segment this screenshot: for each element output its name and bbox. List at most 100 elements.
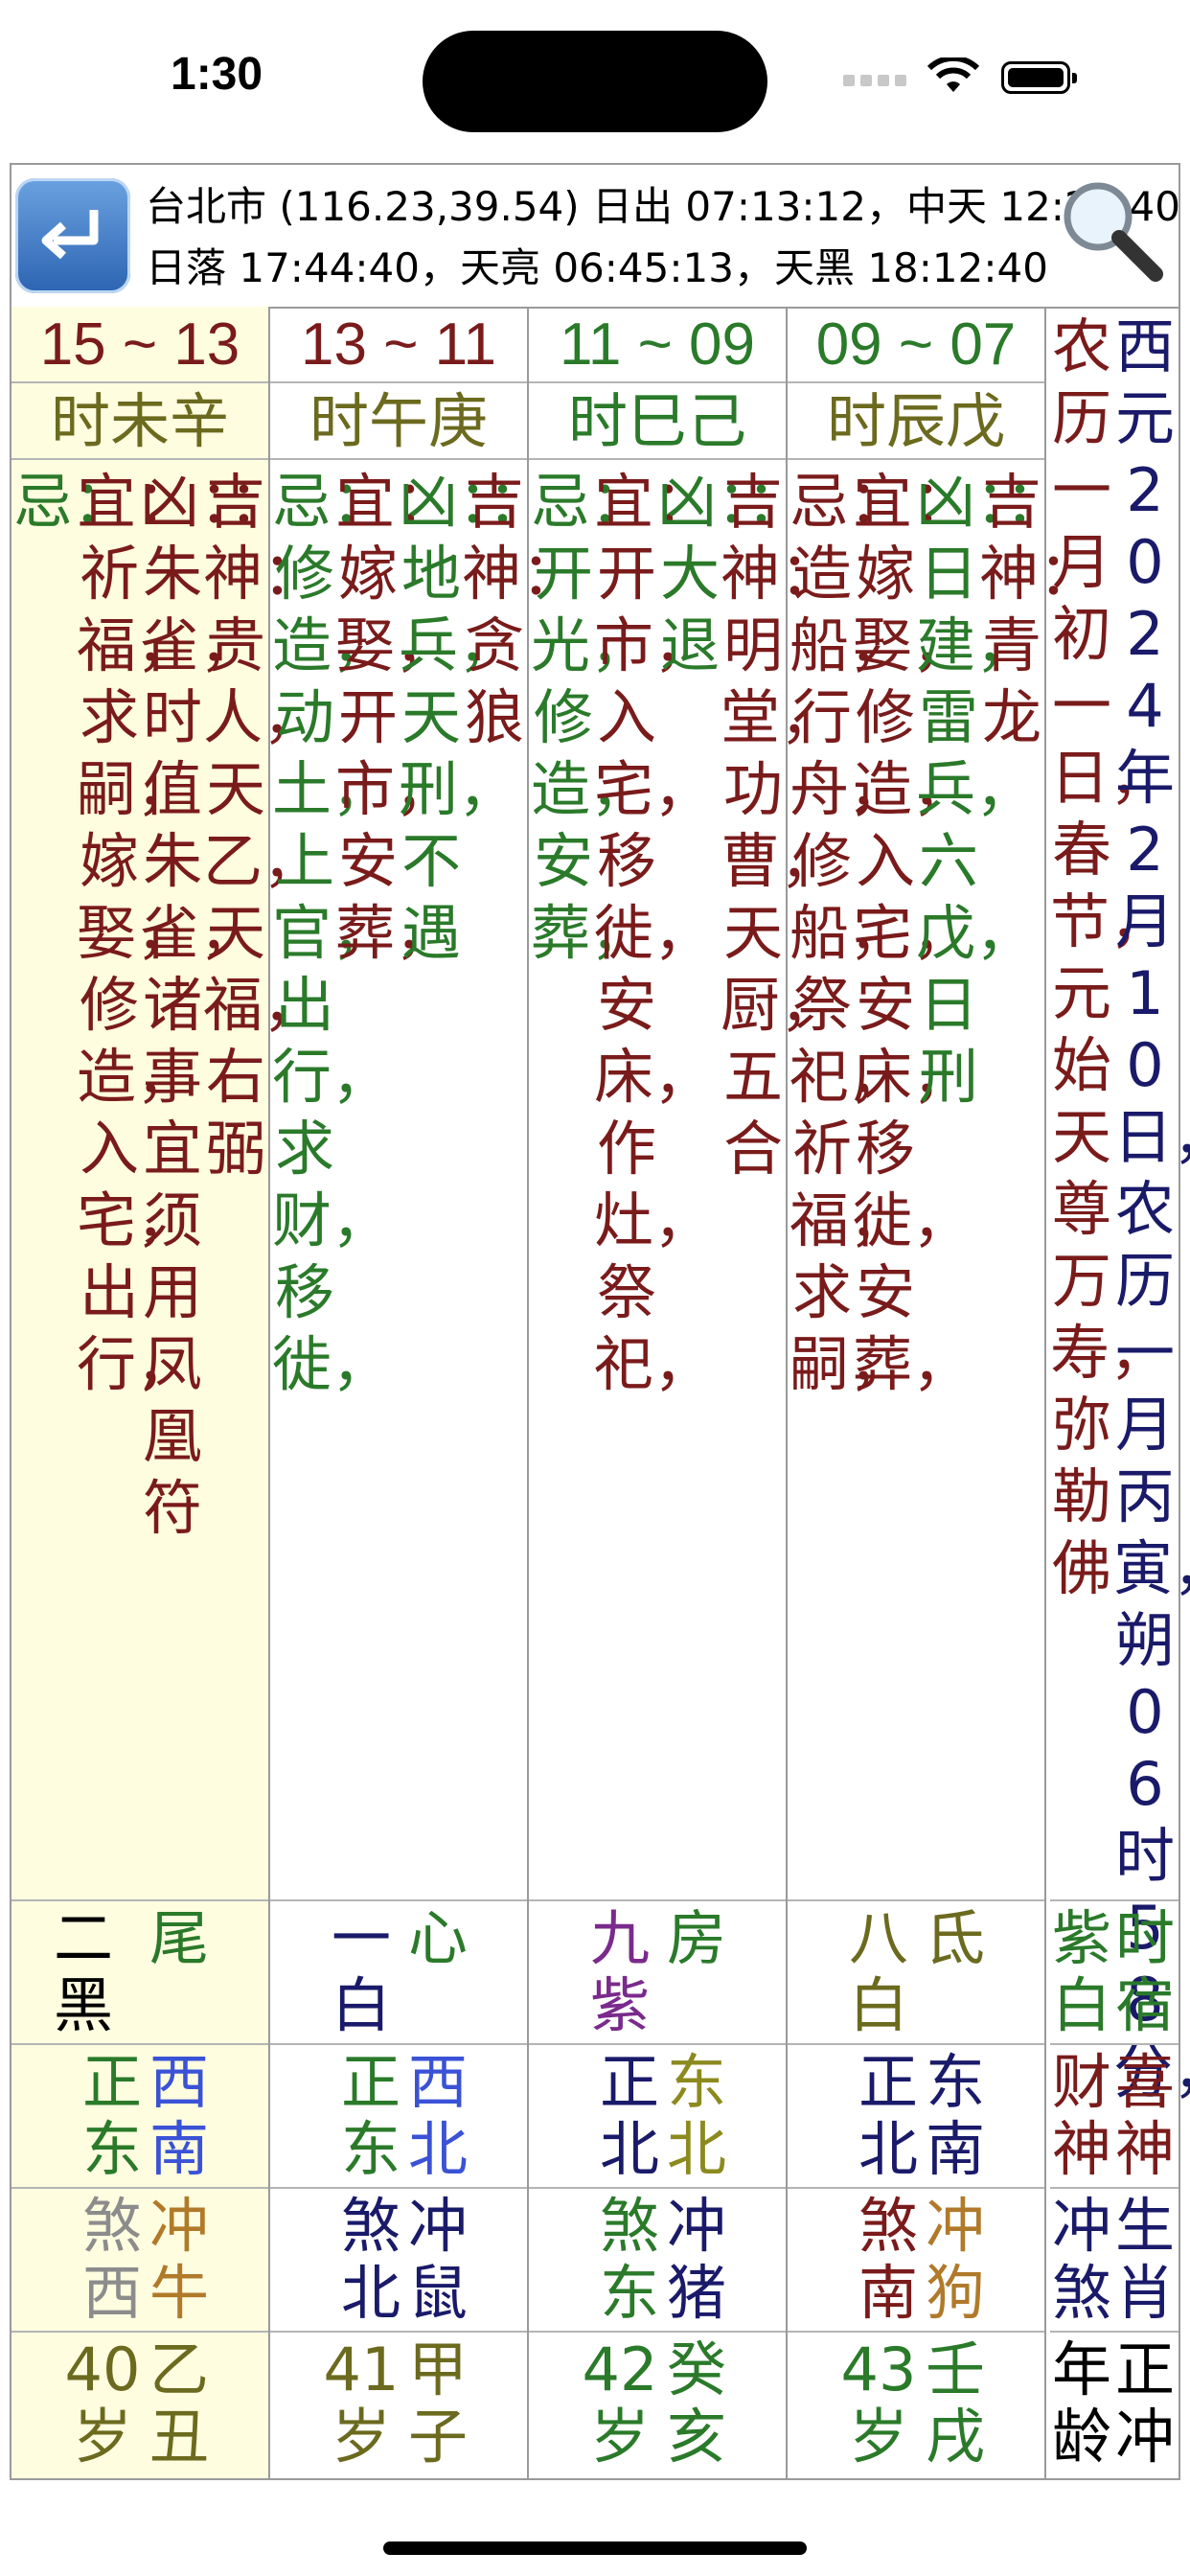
hour-ganzhi: 时未辛 xyxy=(11,383,268,460)
avoid-text: 忌：开光，修造，安葬， xyxy=(531,467,651,968)
wealth-god-direction: 正东 xyxy=(340,2047,400,2184)
back-button[interactable] xyxy=(15,178,130,293)
hour-range: 15 ~ 13 xyxy=(11,307,268,383)
evil-direction: 煞东 xyxy=(599,2191,659,2328)
happy-god-direction: 东南 xyxy=(925,2047,985,2184)
flying-star: 二黑 xyxy=(53,1903,113,2040)
suitable-text: 宜：开市，入宅，移徙，安床，作灶，祭祀， xyxy=(594,467,714,1399)
direction-cell: 西南 正东 xyxy=(11,2045,268,2189)
auspicious-text: 吉神：明堂，功曹，天厨，五合 xyxy=(721,467,840,1184)
luck-list: 忌： 宜：祈福，求嗣，嫁娶，修造，入宅，出行， 凶：：朱雀，时值朱雀，诸事宜须用… xyxy=(11,460,323,1901)
star-cell: 房 九紫 xyxy=(529,1901,786,2045)
status-bar: 1:30 xyxy=(0,0,1190,153)
age-label-cell: 正冲 年龄 xyxy=(1050,2333,1179,2476)
gregorian-date-text: 西元2024年2月10日，农历一月丙寅，朔06时58分， xyxy=(1113,311,1190,2106)
label-wealth-god: 财神 xyxy=(1051,2047,1111,2184)
clash-cell: 冲牛 煞西 xyxy=(11,2189,268,2333)
star-label-cell: 时宿 紫白 xyxy=(1050,1901,1179,2045)
clash-cell: 冲狗 煞南 xyxy=(788,2189,1044,2333)
flying-star: 八白 xyxy=(848,1903,908,2040)
label-age: 年龄 xyxy=(1051,2334,1111,2472)
clash-label-cell: 生肖 冲煞 xyxy=(1050,2189,1179,2333)
lunar-mansion: 氐 xyxy=(925,1903,985,1973)
hour-column[interactable]: 09 ~ 07 时辰戊 忌：造船，行舟，修船，祭祀，祈福，求嗣， 宜：嫁娶，修造… xyxy=(788,307,1099,2478)
auspicious-text: 吉神：青龙 xyxy=(979,467,1099,752)
sun-info-line2: 日落 17:44:40，天亮 06:45:13，天黑 18:12:40 xyxy=(146,244,1048,291)
wealth-god-direction: 正东 xyxy=(81,2047,142,2184)
hour-column[interactable]: 13 ~ 11 时午庚 忌：修造，动土，上官，出行，求财，移徙， 宜：嫁娶，开市… xyxy=(270,307,582,2478)
hour-column[interactable]: 15 ~ 13 时未辛 忌： 宜：祈福，求嗣，嫁娶，修造，入宅，出行， 凶：：朱… xyxy=(11,307,323,2478)
wealth-god-direction: 正北 xyxy=(858,2047,918,2184)
lunar-mansion: 房 xyxy=(666,1903,726,1973)
return-arrow-icon xyxy=(41,210,99,260)
lunar-date-text: 农历一月初一日，春节，元始天尊万寿，弥勒佛 xyxy=(1050,311,1170,1603)
clash-ganzhi: 癸亥 xyxy=(666,2334,726,2472)
age-cell: 甲子 41 岁 xyxy=(270,2333,527,2476)
auspicious-text: 吉神：贵人，天乙，天福，右弼 xyxy=(203,467,323,1184)
label-star: 紫白 xyxy=(1051,1903,1111,2040)
hour-ganzhi: 时辰戊 xyxy=(788,383,1044,460)
happy-god-direction: 西北 xyxy=(407,2047,468,2184)
happy-god-direction: 西南 xyxy=(149,2047,209,2184)
hour-range: 09 ~ 07 xyxy=(788,307,1044,383)
hour-column[interactable]: 11 ~ 09 时巳己 忌：开光，修造，安葬， 宜：开市，入宅，移徙，安床，作灶… xyxy=(529,307,840,2478)
battery-icon xyxy=(1001,61,1077,94)
almanac-panel: 台北市 (116.23,39.54) 日出 07:13:12，中天 12:28:… xyxy=(10,163,1190,2480)
luck-list: 忌：修造，动土，上官，出行，求财，移徙， 宜：嫁娶，开市，安葬， 凶：：地兵，天… xyxy=(270,460,582,1901)
label-zodiac: 生肖 xyxy=(1114,2191,1175,2328)
label-direct-clash: 正冲 xyxy=(1114,2334,1175,2472)
suitable-text: 宜：嫁娶，开市，安葬， xyxy=(335,467,455,968)
clash-age: 41 岁 xyxy=(323,2334,400,2472)
date-info: 农历一月初一日，春节，元始天尊万寿，弥勒佛 西元2024年2月10日，农历一月丙… xyxy=(1050,307,1190,2106)
clash-ganzhi: 乙丑 xyxy=(149,2334,209,2472)
clash-age: 42 岁 xyxy=(582,2334,658,2472)
clash-zodiac: 冲狗 xyxy=(925,2191,985,2328)
age-cell: 乙丑 40 岁 xyxy=(11,2333,268,2476)
inauspicious-text: 凶：：大退 xyxy=(657,467,807,680)
inauspicious-text: 凶：：朱雀，时值朱雀，诸事宜须用凤凰符 xyxy=(140,467,289,1543)
dynamic-island xyxy=(423,31,767,132)
avoid-text: 忌：造船，行舟，修船，祭祀，祈福，求嗣， xyxy=(790,467,909,1399)
evil-direction: 煞北 xyxy=(340,2191,400,2328)
location-info: 台北市 (116.23,39.54) 日出 07:13:12，中天 12:28:… xyxy=(146,176,1180,299)
star-cell: 氐 八白 xyxy=(788,1901,1044,2045)
happy-god-direction: 东北 xyxy=(666,2047,726,2184)
clash-zodiac: 冲牛 xyxy=(149,2191,209,2328)
clash-age: 40 岁 xyxy=(64,2334,141,2472)
hour-ganzhi: 时巳己 xyxy=(529,383,786,460)
wealth-god-direction: 正北 xyxy=(599,2047,659,2184)
direction-cell: 东北 正北 xyxy=(529,2045,786,2189)
lunar-mansion: 尾 xyxy=(149,1903,209,1973)
clash-ganzhi: 壬戌 xyxy=(925,2334,985,2472)
clash-cell: 冲猪 煞东 xyxy=(529,2189,786,2333)
inauspicious-text: 凶：：日建，雷兵，六戊，日刑 xyxy=(916,467,1065,1112)
label-clash: 冲煞 xyxy=(1051,2191,1111,2328)
search-icon[interactable] xyxy=(1054,172,1169,288)
clash-zodiac: 冲鼠 xyxy=(407,2191,468,2328)
luck-list: 忌：造船，行舟，修船，祭祀，祈福，求嗣， 宜：嫁娶，修造，入宅，安床，移徙，安葬… xyxy=(788,460,1099,1901)
inauspicious-text: 凶：：地兵，天刑，不遇 xyxy=(399,467,548,968)
star-cell: 尾 二黑 xyxy=(11,1901,268,2045)
evil-direction: 煞南 xyxy=(858,2191,918,2328)
direction-cell: 西北 正东 xyxy=(270,2045,527,2189)
date-info-column: 农历一月初一日，春节，元始天尊万寿，弥勒佛 西元2024年2月10日，农历一月丙… xyxy=(1050,307,1190,2478)
home-indicator[interactable] xyxy=(383,2542,807,2555)
auspicious-text: 吉神：贪狼 xyxy=(462,467,582,752)
lunar-mansion: 心 xyxy=(407,1903,468,1973)
status-time: 1:30 xyxy=(171,49,263,100)
clash-age: 43 岁 xyxy=(840,2334,917,2472)
suitable-text: 宜：嫁娶，修造，入宅，安床，移徙，安葬， xyxy=(853,467,973,1399)
flying-star: 九紫 xyxy=(589,1903,650,2040)
star-cell: 心 一白 xyxy=(270,1901,527,2045)
sun-info-line1: 台北市 (116.23,39.54) 日出 07:13:12，中天 12:28:… xyxy=(146,183,1180,230)
clash-zodiac: 冲猪 xyxy=(666,2191,726,2328)
age-cell: 癸亥 42 岁 xyxy=(529,2333,786,2476)
direction-label-cell: 喜神 财神 xyxy=(1050,2045,1179,2189)
suitable-text: 宜：祈福，求嗣，嫁娶，修造，入宅，出行， xyxy=(77,467,196,1399)
wifi-icon xyxy=(927,58,980,92)
location-header: 台北市 (116.23,39.54) 日出 07:13:12，中天 12:28:… xyxy=(11,165,1180,309)
clash-cell: 冲鼠 煞北 xyxy=(270,2189,527,2333)
evil-direction: 煞西 xyxy=(81,2191,142,2328)
avoid-text: 忌： xyxy=(13,467,133,537)
cellular-signal-icon xyxy=(843,75,906,86)
